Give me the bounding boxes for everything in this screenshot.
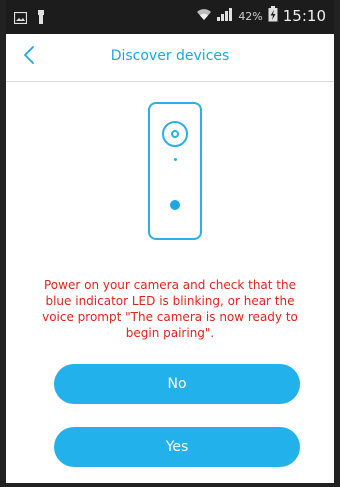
status-time: 15:10 [282,7,326,25]
status-left-icons [13,9,45,28]
microphone-dot [174,158,177,161]
no-button[interactable]: No [54,364,300,404]
camera-device-icon [148,102,202,240]
signal-icon [217,7,233,25]
chevron-left-icon [23,45,35,69]
status-right-icons: 42% 15:10 [196,6,326,26]
image-icon [13,9,28,28]
camera-lens [162,121,188,147]
usb-icon [37,9,45,28]
camera-lens-center [171,130,179,138]
main-content: Power on your camera and check that the … [6,82,334,483]
wifi-icon [196,7,212,25]
status-bar: 42% 15:10 [6,0,334,34]
pairing-instruction: Power on your camera and check that the … [42,278,298,340]
battery-percent: 42% [238,9,263,23]
indicator-led [170,200,180,210]
phone-screen: 42% 15:10 Discover devices Power on your… [0,0,340,487]
battery-charging-icon [268,6,278,26]
back-button[interactable] [14,42,44,72]
page-title: Discover devices [110,48,230,64]
top-navigation-bar: Discover devices [6,34,334,82]
yes-button[interactable]: Yes [54,427,300,467]
